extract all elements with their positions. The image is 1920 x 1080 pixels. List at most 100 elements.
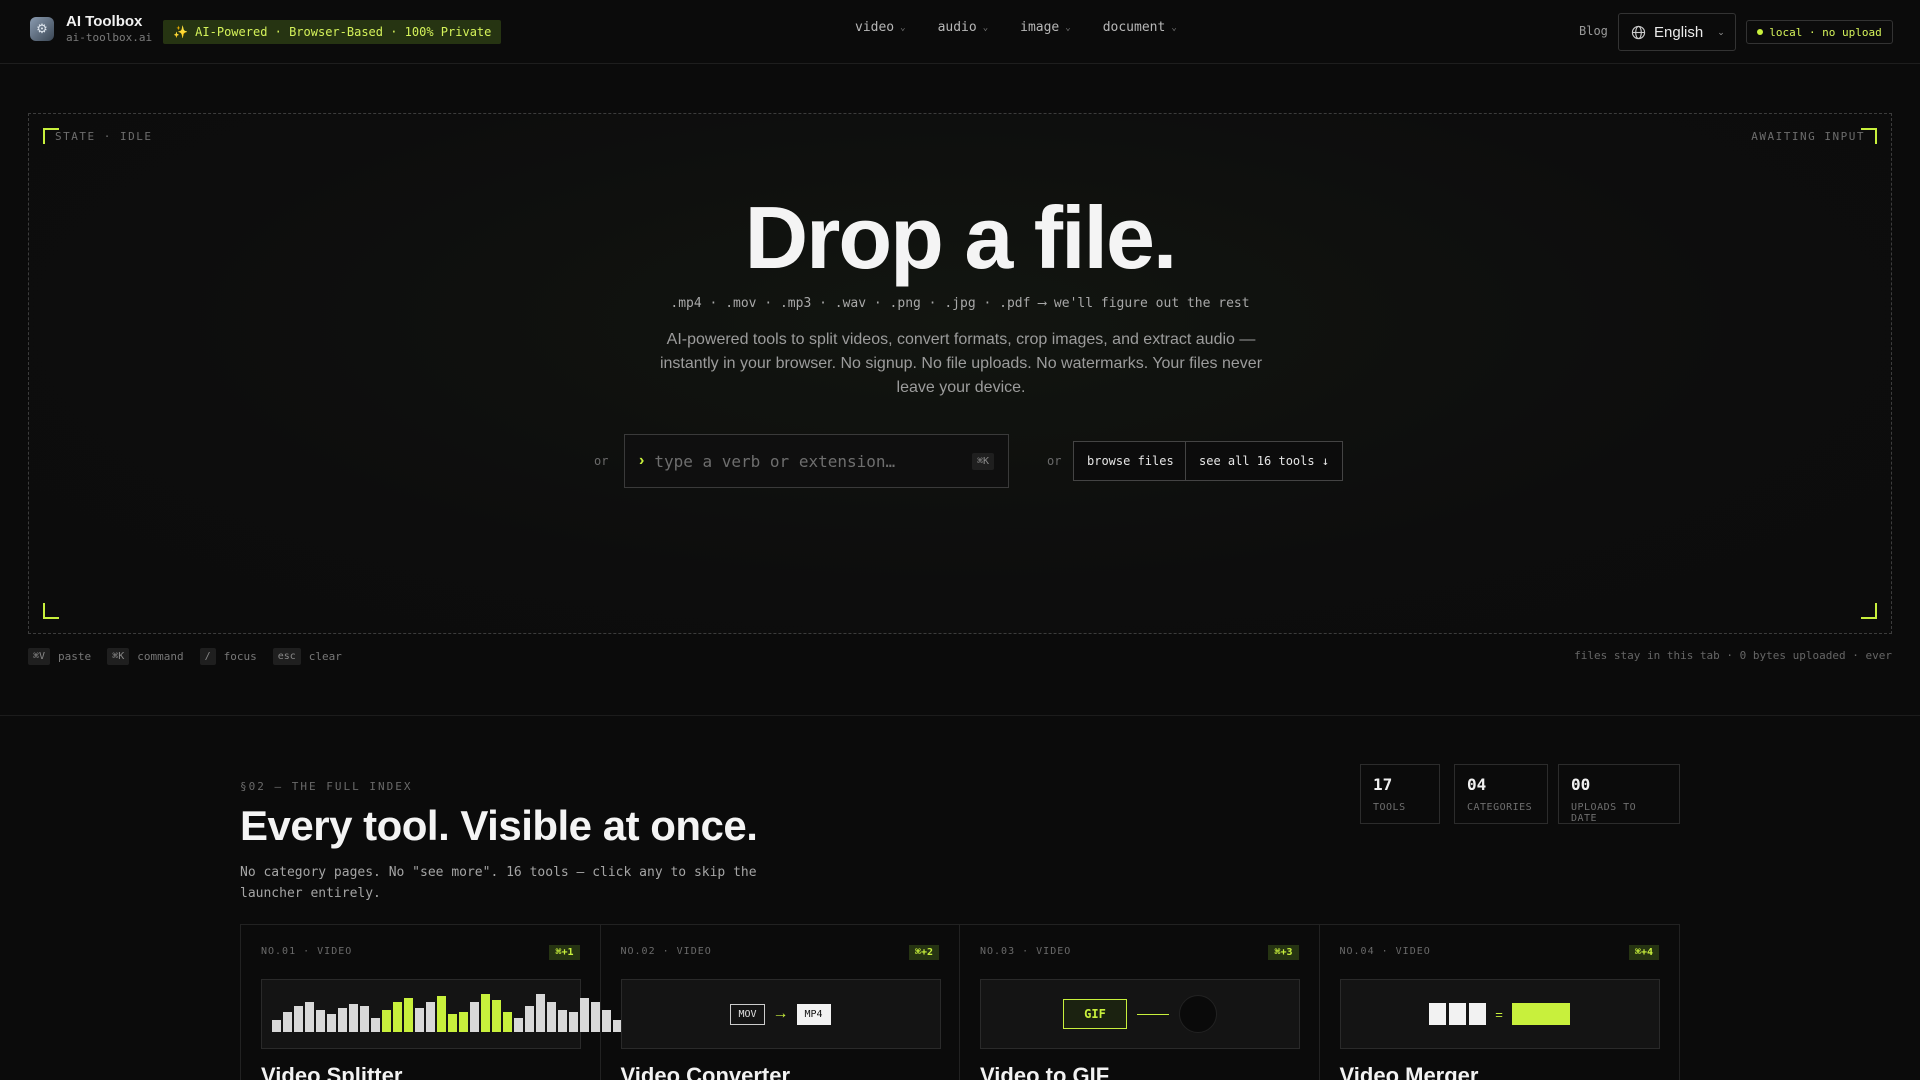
tool-card-video-merger[interactable]: NO.04 · VIDEO ⌘+4 = Video Merger — [1320, 925, 1680, 1080]
see-all-tools-button[interactable]: see all 16 tools ↓ — [1185, 441, 1344, 481]
card-meta: NO.01 · VIDEO — [261, 946, 353, 957]
card-meta: NO.04 · VIDEO — [1339, 946, 1431, 957]
waveform-bar — [503, 1012, 512, 1032]
nav-image[interactable]: image ⌄ — [1020, 20, 1071, 35]
waveform-bar — [569, 1012, 578, 1032]
waveform-bar — [525, 1006, 534, 1032]
stat-categories: 04 CATEGORIES — [1454, 764, 1548, 824]
waveform-bar — [558, 1010, 567, 1032]
chevron-down-icon: ⌄ — [900, 22, 906, 33]
clip-block-icon — [1469, 1003, 1487, 1025]
globe-icon — [1631, 25, 1646, 39]
card-meta: NO.02 · VIDEO — [620, 946, 712, 957]
waveform-bar — [404, 998, 413, 1032]
chevron-down-icon: ⌄ — [982, 22, 989, 33]
keyboard-shortcuts: ⌘V paste ⌘K command / focus esc clear — [28, 648, 342, 665]
waveform-bar — [437, 996, 446, 1032]
waveform-bar — [371, 1018, 380, 1032]
format-from: MOV — [730, 1003, 765, 1025]
main-nav: video ⌄ audio ⌄ image ⌄ document ⌄ — [855, 20, 1177, 35]
shortcut-key: esc — [272, 648, 301, 665]
brand[interactable]: ⚙ AI Toolbox ai-toolbox.ai — [30, 14, 152, 43]
hero-title: Drop a file. — [744, 188, 1178, 287]
waveform-bar — [514, 1018, 523, 1032]
file-drop-zone[interactable]: STATE · IDLE AWAITING INPUT Drop a file.… — [28, 113, 1892, 634]
gif-badge: GIF — [1063, 999, 1127, 1029]
status-dot-icon — [1757, 29, 1764, 35]
waveform-bar — [459, 1012, 468, 1032]
waveform-bar — [481, 994, 490, 1032]
chevron-right-icon: › — [639, 452, 645, 469]
waveform-bar — [305, 1002, 314, 1032]
section-description: No category pages. No "see more". 16 too… — [240, 865, 757, 901]
corner-bracket-icon — [43, 603, 59, 619]
waveform-bar — [492, 1000, 501, 1032]
tool-card-video-splitter[interactable]: NO.01 · VIDEO ⌘+1 Video Splitter — [241, 925, 622, 1080]
or-label: or — [594, 454, 609, 468]
card-title: Video to GIF — [980, 1063, 1110, 1080]
stat-uploads: 00 UPLOADS TO DATE — [1558, 764, 1680, 824]
command-search[interactable]: › ⌘K — [624, 434, 1009, 488]
card-shortcut: ⌘+1 — [549, 945, 580, 960]
waveform-bar — [448, 1014, 457, 1032]
blog-link[interactable]: Blog — [1579, 24, 1608, 38]
shortcut-hint: ⌘K — [971, 452, 994, 470]
waveform-bar — [283, 1012, 292, 1032]
waveform-preview — [261, 979, 622, 1049]
waveform-bar — [580, 998, 589, 1032]
nav-document[interactable]: document ⌄ — [1103, 20, 1177, 35]
card-title: Video Splitter — [261, 1063, 403, 1080]
tool-card-video-converter[interactable]: NO.02 · VIDEO ⌘+2 MOV → MP4 Video Conver… — [601, 925, 960, 1080]
nav-video[interactable]: video ⌄ — [855, 20, 906, 35]
shortcut-key: ⌘V — [28, 648, 51, 665]
supported-extensions: .mp4 · .mov · .mp3 · .wav · .png · .jpg … — [670, 296, 1250, 311]
merged-clip-icon — [1511, 1003, 1570, 1025]
nav-audio[interactable]: audio ⌄ — [938, 20, 989, 35]
shortcut-key: ⌘K — [107, 648, 130, 665]
waveform-bar — [470, 1002, 479, 1032]
language-selector[interactable]: English ⌄ — [1618, 13, 1736, 51]
stat-tools: 17 TOOLS — [1360, 764, 1440, 824]
gif-preview: GIF — [980, 979, 1300, 1049]
waveform-bar — [547, 1002, 556, 1032]
section-label: §02 — THE FULL INDEX — [240, 780, 413, 793]
arrow-right-icon: → — [772, 1005, 789, 1022]
brand-domain: ai-toolbox.ai — [66, 31, 153, 44]
hero-description: AI-powered tools to split videos, conver… — [659, 331, 1263, 396]
waveform-bar — [327, 1014, 336, 1032]
waveform-bar — [415, 1008, 424, 1032]
shortcut-key: / — [199, 648, 216, 665]
waveform-bar — [360, 1006, 369, 1032]
card-shortcut: ⌘+3 — [1268, 945, 1299, 960]
waveform-bar — [294, 1006, 303, 1032]
section-divider — [0, 715, 1920, 716]
circle-icon — [1178, 995, 1217, 1033]
local-status-badge: local · no upload — [1746, 20, 1893, 44]
privacy-note: files stay in this tab · 0 bytes uploade… — [1574, 649, 1892, 662]
format-to: MP4 — [796, 1003, 831, 1025]
waveform-bar — [393, 1002, 402, 1032]
merge-preview: = — [1339, 979, 1660, 1049]
card-title: Video Converter — [620, 1063, 791, 1080]
card-shortcut: ⌘+4 — [1628, 945, 1659, 960]
tool-grid: NO.01 · VIDEO ⌘+1 Video Splitter NO.02 ·… — [240, 924, 1680, 1080]
ai-powered-badge: ✨ AI-Powered · Browser-Based · 100% Priv… — [163, 20, 502, 44]
chevron-down-icon: ⌄ — [1171, 22, 1177, 33]
waveform-bar — [426, 1002, 435, 1032]
section-title: Every tool. Visible at once. — [240, 802, 758, 849]
command-search-input[interactable] — [654, 451, 972, 471]
browse-files-button[interactable]: browse files — [1073, 441, 1188, 481]
convert-preview: MOV → MP4 — [620, 979, 941, 1049]
card-title: Video Merger — [1339, 1063, 1479, 1080]
tool-card-video-to-gif[interactable]: NO.03 · VIDEO ⌘+3 GIF Video to GIF — [960, 925, 1320, 1080]
waveform-bars — [272, 994, 622, 1032]
clip-block-icon — [1449, 1003, 1467, 1025]
chevron-down-icon: ⌄ — [1717, 26, 1725, 37]
waveform-bar — [382, 1010, 391, 1032]
waveform-bar — [536, 994, 545, 1032]
waveform-bar — [349, 1004, 358, 1032]
or-label: or — [1047, 454, 1062, 468]
chevron-down-icon: ⌄ — [1065, 22, 1071, 33]
clip-block-icon — [1429, 1003, 1447, 1025]
waveform-bar — [591, 1002, 600, 1032]
